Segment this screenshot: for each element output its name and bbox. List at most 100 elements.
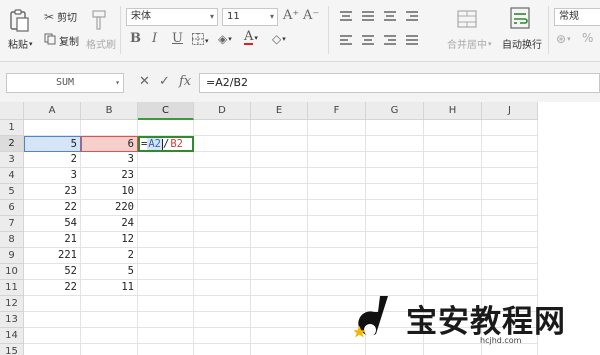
cell-a14[interactable] bbox=[24, 328, 81, 344]
cell-b10[interactable]: 5 bbox=[81, 264, 138, 280]
copy-button[interactable]: 复制 bbox=[44, 33, 79, 48]
cell-c14[interactable] bbox=[138, 328, 194, 344]
cell-j7[interactable] bbox=[482, 216, 538, 232]
align-left-icon[interactable] bbox=[340, 34, 352, 46]
cell-d3[interactable] bbox=[194, 152, 251, 168]
cell-d7[interactable] bbox=[194, 216, 251, 232]
cell-h9[interactable] bbox=[424, 248, 482, 264]
cell-j5[interactable] bbox=[482, 184, 538, 200]
cell-h10[interactable] bbox=[424, 264, 482, 280]
wrap-text-button[interactable]: 自动换行 bbox=[502, 36, 542, 51]
cell-a5[interactable]: 23 bbox=[24, 184, 81, 200]
cell-c2-editing[interactable]: =A2/B2 bbox=[138, 136, 194, 152]
cell-a11[interactable]: 22 bbox=[24, 280, 81, 296]
cell-c12[interactable] bbox=[138, 296, 194, 312]
cell-g5[interactable] bbox=[366, 184, 424, 200]
paste-icon[interactable] bbox=[8, 8, 32, 34]
number-format-select[interactable]: 常规 bbox=[554, 8, 600, 26]
insert-function-button[interactable]: fx bbox=[179, 74, 191, 89]
cell-e12[interactable] bbox=[251, 296, 308, 312]
cell-b13[interactable] bbox=[81, 312, 138, 328]
cell-d11[interactable] bbox=[194, 280, 251, 296]
cell-j9[interactable] bbox=[482, 248, 538, 264]
cell-f3[interactable] bbox=[308, 152, 366, 168]
cell-e9[interactable] bbox=[251, 248, 308, 264]
align-bottom-icon[interactable] bbox=[384, 10, 396, 22]
cell-c13[interactable] bbox=[138, 312, 194, 328]
grow-font-button[interactable]: A⁺ bbox=[283, 8, 299, 23]
row-header-12[interactable]: 12 bbox=[0, 296, 24, 312]
cell-b7[interactable]: 24 bbox=[81, 216, 138, 232]
cell-h4[interactable] bbox=[424, 168, 482, 184]
cell-e5[interactable] bbox=[251, 184, 308, 200]
cell-c6[interactable] bbox=[138, 200, 194, 216]
fill-color-button[interactable]: ◈ ▾ bbox=[218, 32, 232, 46]
cell-e15[interactable] bbox=[251, 344, 308, 355]
cell-a8[interactable]: 21 bbox=[24, 232, 81, 248]
cell-e14[interactable] bbox=[251, 328, 308, 344]
column-header-e[interactable]: E bbox=[251, 102, 308, 120]
row-header-6[interactable]: 6 bbox=[0, 200, 24, 216]
cell-a7[interactable]: 54 bbox=[24, 216, 81, 232]
row-header-2[interactable]: 2 bbox=[0, 136, 24, 152]
cell-h8[interactable] bbox=[424, 232, 482, 248]
cell-c9[interactable] bbox=[138, 248, 194, 264]
cell-b11[interactable]: 11 bbox=[81, 280, 138, 296]
cell-g9[interactable] bbox=[366, 248, 424, 264]
cell-j8[interactable] bbox=[482, 232, 538, 248]
cell-g4[interactable] bbox=[366, 168, 424, 184]
cell-d4[interactable] bbox=[194, 168, 251, 184]
cancel-icon[interactable]: ✕ bbox=[139, 74, 150, 89]
cell-h3[interactable] bbox=[424, 152, 482, 168]
align-center-icon[interactable] bbox=[362, 34, 374, 46]
clear-button[interactable]: ◇ ▾ bbox=[272, 32, 286, 46]
row-header-9[interactable]: 9 bbox=[0, 248, 24, 264]
enter-icon[interactable]: ✓ bbox=[159, 74, 170, 89]
cell-h5[interactable] bbox=[424, 184, 482, 200]
cell-h1[interactable] bbox=[424, 120, 482, 136]
cell-j10[interactable] bbox=[482, 264, 538, 280]
cell-a3[interactable]: 2 bbox=[24, 152, 81, 168]
cell-c3[interactable] bbox=[138, 152, 194, 168]
cell-a4[interactable]: 3 bbox=[24, 168, 81, 184]
row-header-4[interactable]: 4 bbox=[0, 168, 24, 184]
format-painter-icon[interactable] bbox=[90, 8, 110, 32]
column-header-c[interactable]: C bbox=[138, 102, 194, 120]
cell-b2[interactable]: 6 bbox=[81, 136, 138, 152]
cell-e11[interactable] bbox=[251, 280, 308, 296]
cell-f10[interactable] bbox=[308, 264, 366, 280]
border-button[interactable]: ▾ bbox=[192, 33, 209, 48]
font-name-select[interactable]: 宋体 ▾ bbox=[126, 8, 218, 26]
cell-f2[interactable] bbox=[308, 136, 366, 152]
cell-b15[interactable] bbox=[81, 344, 138, 355]
shrink-font-button[interactable]: A⁻ bbox=[303, 8, 319, 23]
cell-e8[interactable] bbox=[251, 232, 308, 248]
row-header-14[interactable]: 14 bbox=[0, 328, 24, 344]
italic-button[interactable]: I bbox=[152, 31, 157, 46]
cell-g2[interactable] bbox=[366, 136, 424, 152]
row-header-15[interactable]: 15 bbox=[0, 344, 24, 355]
align-middle-icon[interactable] bbox=[362, 10, 374, 22]
cell-d9[interactable] bbox=[194, 248, 251, 264]
cell-f4[interactable] bbox=[308, 168, 366, 184]
format-painter-button[interactable]: 格式刷 bbox=[86, 36, 116, 51]
cell-a12[interactable] bbox=[24, 296, 81, 312]
merge-cells-icon[interactable] bbox=[457, 8, 479, 30]
cell-g1[interactable] bbox=[366, 120, 424, 136]
cell-g8[interactable] bbox=[366, 232, 424, 248]
cell-f7[interactable] bbox=[308, 216, 366, 232]
cell-c10[interactable] bbox=[138, 264, 194, 280]
column-header-f[interactable]: F bbox=[308, 102, 366, 120]
align-right-icon[interactable] bbox=[384, 34, 396, 46]
cell-c15[interactable] bbox=[138, 344, 194, 355]
cell-j1[interactable] bbox=[482, 120, 538, 136]
cell-e4[interactable] bbox=[251, 168, 308, 184]
cell-j4[interactable] bbox=[482, 168, 538, 184]
cell-b14[interactable] bbox=[81, 328, 138, 344]
cell-b4[interactable]: 23 bbox=[81, 168, 138, 184]
cell-a6[interactable]: 22 bbox=[24, 200, 81, 216]
cell-d10[interactable] bbox=[194, 264, 251, 280]
cell-d5[interactable] bbox=[194, 184, 251, 200]
cell-b5[interactable]: 10 bbox=[81, 184, 138, 200]
cell-e10[interactable] bbox=[251, 264, 308, 280]
